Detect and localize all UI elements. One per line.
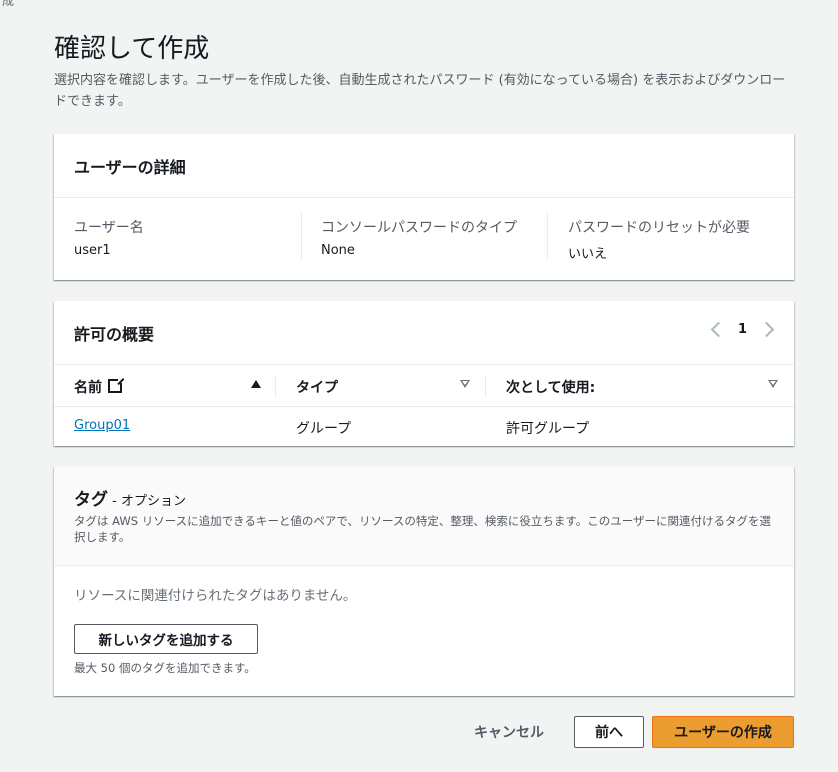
divider (301, 212, 302, 260)
password-reset-label: パスワードのリセットが必要 (568, 220, 750, 236)
sort-icon[interactable] (768, 380, 778, 388)
table-header: 名前 タイプ 次として使用: (54, 365, 794, 407)
page-title: 確認して作成 (54, 34, 210, 64)
console-password-type-value: None (321, 243, 355, 258)
permissions-header: 許可の概要 1 (54, 301, 794, 365)
column-divider (485, 375, 486, 397)
add-tag-button[interactable]: 新しいタグを追加する (74, 624, 258, 654)
tags-description: タグは AWS リソースに追加できるキーと値のペアで、リソースの特定、整理、検索… (74, 514, 771, 544)
divider (547, 212, 548, 260)
used-as-cell: 許可グループ (506, 421, 590, 437)
pagination: 1 (710, 321, 775, 338)
user-details-card: ユーザーの詳細 ユーザー名 user1 コンソールパスワードのタイプ None … (54, 134, 794, 280)
previous-button[interactable]: 前へ (574, 716, 644, 748)
permissions-summary-card: 許可の概要 1 名前 タイプ 次として使用: Group01 グループ 許可グル… (54, 301, 794, 446)
tags-title: タグ - オプション (74, 490, 186, 510)
page-description: 選択内容を確認します。ユーザーを作成した後、自動生成されたパスワード (有効にな… (54, 73, 786, 109)
no-tags-message: リソースに関連付けられたタグはありません。 (74, 588, 357, 604)
tags-header: タグ - オプション タグは AWS リソースに追加できるキーと値のペアで、リソ… (54, 467, 794, 566)
tags-optional-label: - オプション (108, 494, 186, 509)
console-password-type-field: コンソールパスワードのタイプ None (321, 217, 517, 258)
create-user-button[interactable]: ユーザーの作成 (652, 716, 794, 748)
group-link[interactable]: Group01 (74, 418, 130, 433)
chevron-right-icon[interactable] (758, 321, 775, 338)
password-reset-value: いいえ (568, 247, 608, 262)
username-value: user1 (74, 243, 111, 258)
external-link-icon (108, 377, 124, 393)
column-header-used-as[interactable]: 次として使用: (506, 377, 595, 397)
column-header-type[interactable]: タイプ (296, 377, 338, 397)
password-reset-field: パスワードのリセットが必要 いいえ (568, 217, 750, 262)
username-label: ユーザー名 (74, 220, 144, 236)
chevron-left-icon[interactable] (710, 321, 727, 338)
column-divider (275, 375, 276, 397)
user-details-title: ユーザーの詳細 (74, 158, 186, 177)
cancel-button[interactable]: キャンセル (466, 716, 552, 748)
type-cell: グループ (296, 421, 352, 437)
username-field: ユーザー名 user1 (74, 217, 144, 258)
user-details-header: ユーザーの詳細 (54, 134, 794, 198)
permissions-title: 許可の概要 (74, 325, 155, 344)
table-row: Group01 グループ 許可グループ (54, 407, 794, 446)
page-number[interactable]: 1 (738, 322, 747, 337)
column-header-name[interactable]: 名前 (74, 377, 124, 397)
sort-ascending-icon[interactable] (251, 380, 261, 388)
tag-limit-note: 最大 50 個のタグを追加できます。 (74, 661, 256, 675)
tags-card: タグ - オプション タグは AWS リソースに追加できるキーと値のペアで、リソ… (54, 467, 794, 696)
console-password-type-label: コンソールパスワードのタイプ (321, 220, 517, 236)
sort-icon[interactable] (460, 380, 470, 388)
corner-text: 成 (2, 0, 15, 8)
